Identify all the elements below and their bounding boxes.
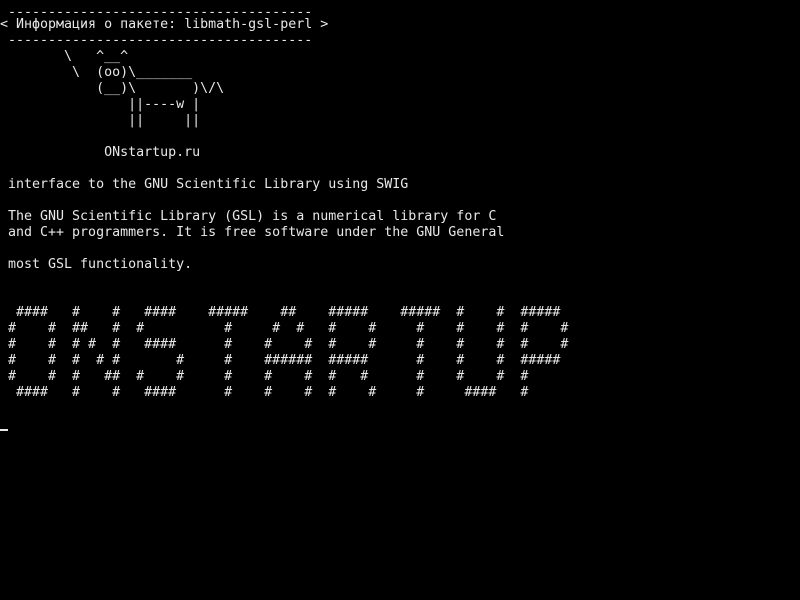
speech-bubble-text: < Информация о пакете: libmath-gsl-perl …: [0, 17, 329, 32]
speech-bubble-bottom-border: --------------------------------------: [0, 33, 313, 48]
banner-row-1: #### # # #### ##### ## ##### ##### # # #…: [0, 305, 561, 320]
banner-row-6: #### # # #### # # # # # # #### #: [0, 385, 529, 400]
text-cursor: [0, 429, 8, 431]
package-summary: interface to the GNU Scientific Library …: [0, 177, 409, 192]
banner-row-3: # # # # # #### # # # # # # # # # #: [0, 337, 569, 352]
site-label: ONstartup.ru: [0, 145, 201, 160]
cow-art-line-1: \ ^__^: [0, 49, 129, 64]
cow-art-line-4: ||----w |: [0, 97, 201, 112]
cow-art-line-2: \ (oo)\_______: [0, 65, 193, 80]
banner-row-2: # # ## # # # # # # # # # # # #: [0, 321, 569, 336]
cow-art-line-5: || ||: [0, 113, 201, 128]
cow-art-line-3: (__)\ )\/\: [0, 81, 225, 96]
description-line-3: most GSL functionality.: [0, 257, 193, 272]
description-line-2: and C++ programmers. It is free software…: [0, 225, 505, 240]
description-line-1: The GNU Scientific Library (GSL) is a nu…: [0, 209, 497, 224]
banner-row-5: # # # ## # # # # # # # # # # #: [0, 369, 529, 384]
terminal-screen[interactable]: -------------------------------------- <…: [0, 0, 800, 600]
banner-row-4: # # # # # # # ###### ##### # # # #####: [0, 353, 561, 368]
